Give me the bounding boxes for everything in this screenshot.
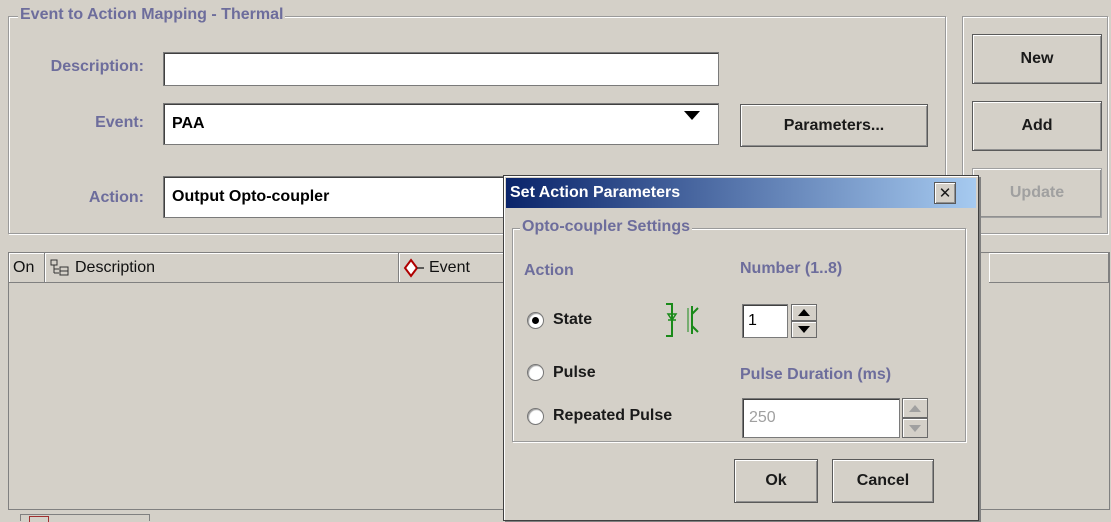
number-increment-button[interactable] — [791, 304, 817, 321]
pulse-radio[interactable] — [527, 364, 544, 381]
column-header-on[interactable]: On — [9, 253, 45, 283]
event-label: Event: — [95, 114, 144, 131]
close-icon: ✕ — [938, 185, 952, 202]
arrow-down-icon — [909, 424, 921, 432]
state-radio[interactable] — [527, 312, 544, 329]
description-field[interactable] — [163, 52, 719, 86]
cancel-button[interactable]: Cancel — [832, 459, 934, 503]
arrow-up-icon — [798, 309, 810, 316]
column-header-filler — [989, 253, 1109, 283]
action-combobox[interactable]: Output Opto-coupler — [163, 176, 523, 218]
number-spinner-field[interactable]: 1 — [742, 304, 788, 338]
update-button[interactable]: Update — [972, 168, 1102, 218]
dialog-title-bar[interactable]: Set Action Parameters ✕ — [506, 178, 976, 208]
event-combobox[interactable]: PAA — [163, 103, 719, 145]
number-header: Number (1..8) — [740, 260, 843, 277]
pulse-duration-decrement-button[interactable] — [902, 418, 928, 438]
add-button[interactable]: Add — [972, 101, 1102, 151]
column-event-label: Event — [429, 258, 470, 276]
repeated-pulse-radio[interactable] — [527, 408, 544, 425]
chevron-down-icon[interactable] — [684, 111, 700, 138]
opto-coupler-legend: Opto-coupler Settings — [520, 218, 692, 236]
diamond-icon — [403, 257, 424, 278]
pulse-duration-header: Pulse Duration (ms) — [740, 366, 892, 383]
pulse-duration-value: 250 — [749, 409, 776, 426]
new-button-label: New — [1020, 50, 1054, 67]
pulse-label[interactable]: Pulse — [553, 364, 596, 382]
cancel-button-label: Cancel — [856, 472, 910, 489]
pulse-duration-increment-button[interactable] — [902, 398, 928, 418]
update-button-label: Update — [1009, 184, 1065, 201]
add-button-label: Add — [1021, 117, 1053, 134]
arrow-up-icon — [909, 404, 921, 412]
parameters-button-label: Parameters... — [783, 116, 885, 134]
arrow-down-icon — [798, 326, 810, 333]
action-value: Output Opto-coupler — [172, 188, 330, 205]
ok-button[interactable]: Ok — [734, 459, 818, 503]
opto-coupler-icon — [666, 303, 699, 337]
mapping-legend: Event to Action Mapping - Thermal — [18, 6, 286, 24]
column-header-description[interactable]: Description — [45, 253, 399, 283]
close-button[interactable]: ✕ — [934, 182, 956, 204]
column-header-event[interactable]: Event — [399, 253, 509, 283]
dialog-title: Set Action Parameters — [510, 184, 681, 201]
tab-icon — [29, 516, 49, 522]
parameters-button[interactable]: Parameters... — [740, 104, 928, 147]
new-button[interactable]: New — [972, 34, 1102, 84]
column-on-label: On — [13, 258, 35, 276]
event-value: PAA — [172, 115, 205, 132]
number-decrement-button[interactable] — [791, 321, 817, 338]
repeated-pulse-label[interactable]: Repeated Pulse — [553, 407, 672, 425]
description-label: Description: — [50, 58, 144, 75]
set-action-parameters-dialog: Set Action Parameters ✕ Opto-coupler Set… — [503, 175, 979, 521]
pulse-duration-field[interactable]: 250 — [742, 398, 900, 438]
number-value: 1 — [748, 312, 757, 329]
action-label: Action: — [88, 189, 144, 206]
ok-button-label: Ok — [765, 472, 787, 489]
bottom-tab[interactable] — [20, 514, 150, 522]
state-label[interactable]: State — [553, 311, 592, 329]
tree-icon — [50, 259, 69, 275]
column-description-label: Description — [75, 258, 156, 276]
action-header: Action — [524, 262, 574, 279]
